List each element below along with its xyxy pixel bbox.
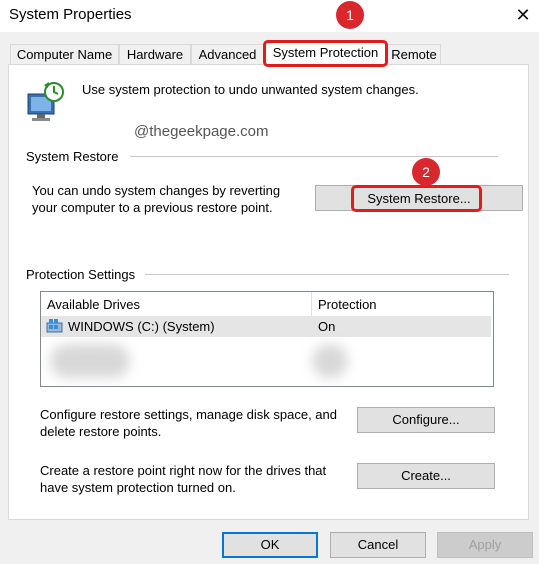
- window-title: System Properties: [9, 6, 132, 23]
- configure-text-line2: delete restore points.: [40, 424, 162, 439]
- drive-name: WINDOWS (C:) (System): [68, 319, 215, 334]
- system-restore-description-line2: your computer to a previous restore poin…: [32, 200, 273, 215]
- annotation-step-badge-1: 1: [336, 1, 364, 29]
- create-button[interactable]: Create...: [357, 463, 495, 489]
- group-divider: [145, 274, 509, 275]
- protection-settings-group-label: Protection Settings: [26, 267, 136, 282]
- ok-button[interactable]: OK: [222, 532, 318, 558]
- column-header-drives[interactable]: Available Drives: [47, 297, 140, 312]
- blurred-row-drive: [50, 344, 130, 378]
- close-icon[interactable]: ✕: [509, 2, 537, 28]
- tab-computer-name[interactable]: Computer Name: [10, 44, 119, 64]
- apply-button[interactable]: Apply: [437, 532, 533, 558]
- annotation-step-badge-2: 2: [412, 158, 440, 186]
- create-text-line2: have system protection turned on.: [40, 480, 236, 495]
- tab-hardware[interactable]: Hardware: [119, 44, 191, 64]
- tab-advanced[interactable]: Advanced: [191, 44, 264, 64]
- configure-button[interactable]: Configure...: [357, 407, 495, 433]
- configure-text-line1: Configure restore settings, manage disk …: [40, 407, 338, 422]
- annotation-highlight-tab: [263, 40, 388, 67]
- system-restore-description-line1: You can undo system changes by reverting: [32, 183, 281, 198]
- intro-text: Use system protection to undo unwanted s…: [82, 82, 419, 97]
- drive-protection-status: On: [318, 319, 336, 334]
- column-divider: [311, 292, 312, 316]
- system-restore-group-label: System Restore: [26, 149, 119, 164]
- system-protection-icon: [24, 80, 68, 124]
- column-header-protection[interactable]: Protection: [318, 297, 377, 312]
- blurred-row-protection: [312, 344, 348, 378]
- cancel-button[interactable]: Cancel: [330, 532, 426, 558]
- group-divider: [130, 156, 498, 157]
- system-restore-button[interactable]: System Restore...: [315, 191, 523, 206]
- watermark-text: @thegeekpage.com: [134, 123, 269, 140]
- tab-remote[interactable]: Remote: [387, 44, 441, 64]
- create-text-line1: Create a restore point right now for the…: [40, 463, 327, 478]
- drive-icon: [46, 318, 64, 334]
